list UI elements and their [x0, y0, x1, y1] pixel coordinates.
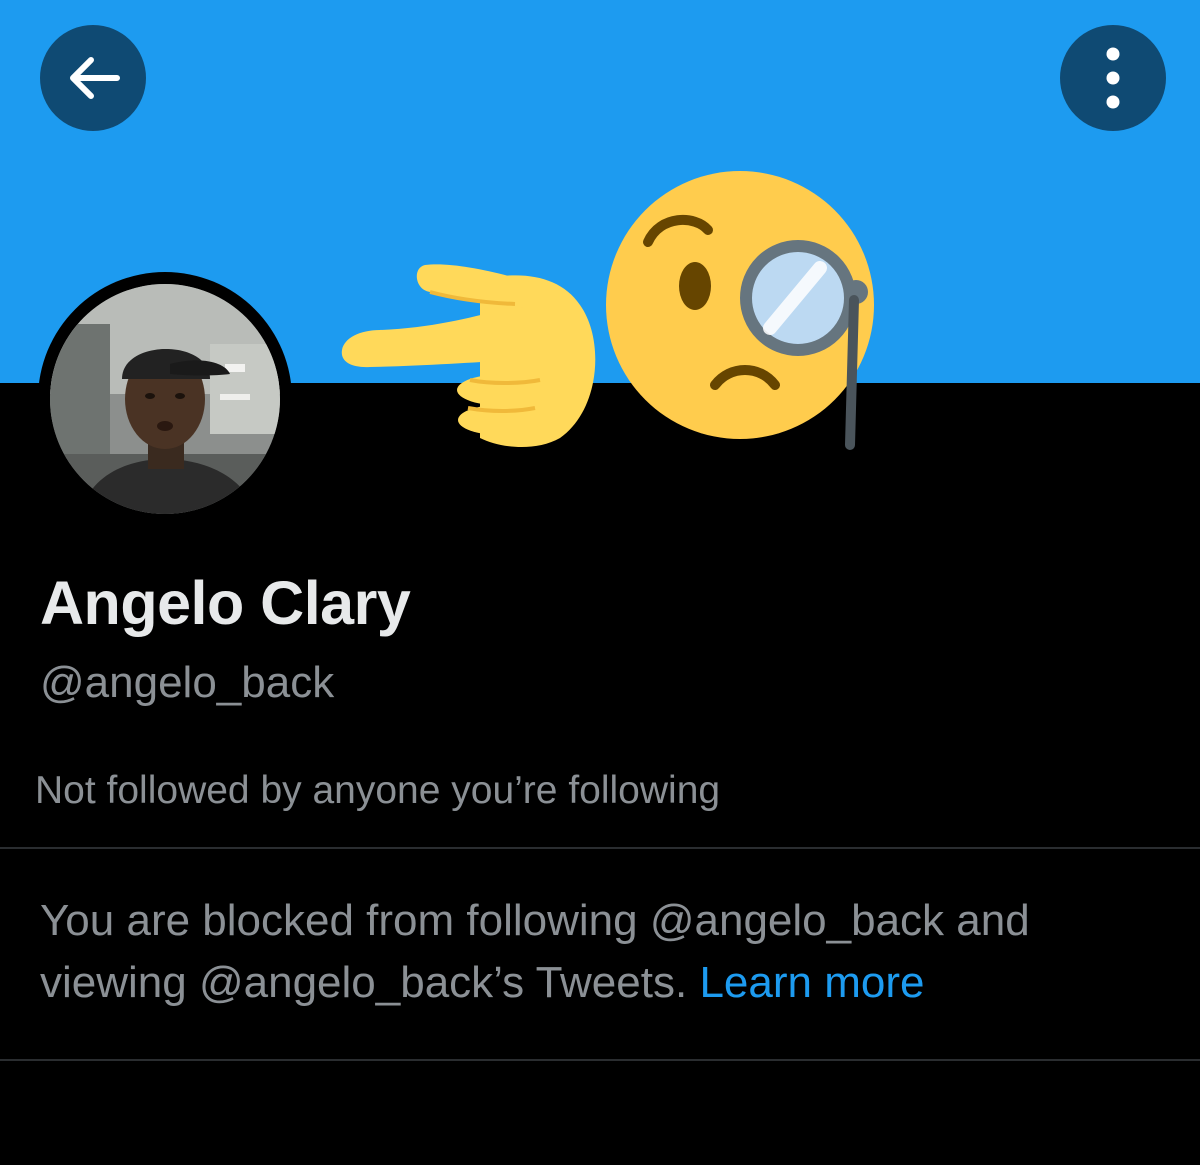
profile-display-name: Angelo Clary	[40, 569, 411, 637]
vertical-ellipsis-icon	[1106, 47, 1120, 109]
backhand-index-pointing-right-emoji	[341, 264, 596, 448]
back-button[interactable]	[40, 25, 146, 131]
divider	[0, 1059, 1200, 1061]
learn-more-link[interactable]: Learn more	[699, 958, 924, 1007]
face-with-monocle-emoji	[606, 171, 874, 450]
blocked-notice: You are blocked from following @angelo_b…	[40, 890, 1170, 1014]
avatar-photo	[50, 284, 280, 514]
divider	[0, 847, 1200, 849]
blocked-notice-line-1: You are blocked from following @angelo_b…	[40, 896, 1030, 945]
followers-you-know-note[interactable]: Not followed by anyone you’re following	[35, 769, 720, 813]
arrow-left-icon	[70, 57, 120, 99]
blocked-notice-line-2: viewing @angelo_back’s Tweets.	[40, 958, 688, 1007]
profile-avatar[interactable]	[38, 272, 292, 526]
profile-handle: @angelo_back	[40, 658, 335, 707]
banner-emoji-art	[341, 171, 874, 450]
more-options-button[interactable]	[1060, 25, 1166, 131]
